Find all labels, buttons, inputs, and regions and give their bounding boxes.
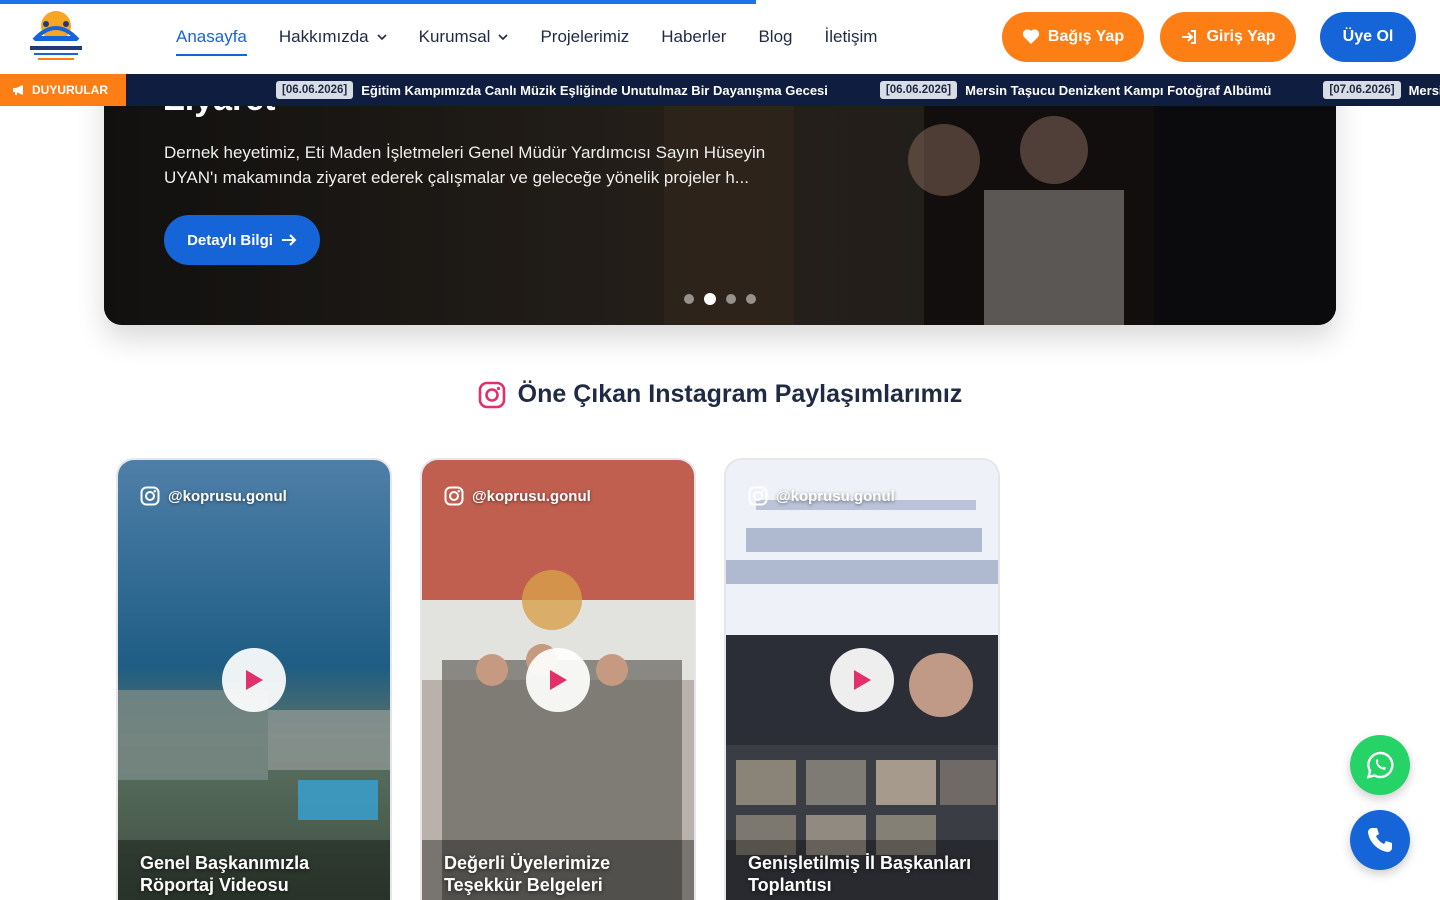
ticker-item[interactable]: [06.06.2026] Mersin Taşucu Denizkent Kam…	[879, 81, 1272, 99]
ticker-item[interactable]: [07.06.2026] Mersin Taşucu Denizkent Kam…	[1323, 81, 1440, 99]
play-icon	[854, 670, 871, 690]
ticker-text: Mersin Taşucu Denizkent Kampı Fotoğraf A…	[965, 82, 1272, 98]
card-caption: Genişletilmiş İl Başkanları Toplantısı	[748, 853, 972, 895]
nav-label: Projelerimiz	[540, 27, 630, 46]
phone-button[interactable]	[1350, 810, 1410, 870]
ticker-date: [06.06.2026]	[879, 81, 958, 99]
ticker-track: [06.06.2026] Eğitim Kampımızda Canlı Müz…	[276, 74, 1440, 106]
handle-text: @koprusu.gonul	[776, 487, 895, 505]
ticker-label-text: DUYURULAR	[32, 83, 108, 97]
donate-button[interactable]: Bağış Yap	[1002, 12, 1144, 62]
instagram-card[interactable]: @koprusu.gonul Değerli Üyelerimize Teşek…	[420, 458, 696, 900]
slider-dots	[684, 293, 756, 305]
nav-projects[interactable]: Projelerimiz	[540, 22, 629, 52]
heart-icon	[1022, 29, 1040, 44]
nav-label: Hakkımızda	[278, 27, 369, 46]
site-logo[interactable]	[24, 6, 88, 66]
play-button[interactable]	[222, 648, 286, 712]
instagram-section-title: Öne Çıkan Instagram Paylaşımlarımız	[0, 380, 1440, 409]
logo-emblem-icon	[30, 11, 82, 60]
play-icon	[246, 670, 263, 690]
signup-label: Üye Ol	[1342, 28, 1394, 45]
ticker-text: Mersin Taşucu Denizkent Kampı	[1408, 82, 1440, 98]
nav-corporate[interactable]: Kurumsal	[419, 22, 509, 52]
arrow-right-icon	[281, 234, 297, 246]
play-icon	[550, 670, 567, 690]
nav-label: Kurumsal	[418, 27, 491, 46]
nav-label: Haberler	[661, 27, 727, 46]
instagram-icon	[478, 381, 505, 408]
signup-button[interactable]: Üye Ol	[1320, 12, 1416, 62]
card-handle: @koprusu.gonul	[444, 486, 591, 506]
ticker-date: [06.06.2026]	[276, 81, 354, 99]
instagram-icon	[748, 486, 768, 506]
section-title-text: Öne Çıkan Instagram Paylaşımlarımız	[517, 380, 963, 408]
card-caption: Değerli Üyelerimize Teşekkür Belgeleri	[444, 853, 611, 895]
main-nav: Anasayfa Hakkımızda Kurumsal Projelerimi…	[176, 0, 877, 74]
nav-blog[interactable]: Blog	[758, 22, 792, 52]
nav-label: Anasayfa	[176, 27, 247, 46]
card-handle: @koprusu.gonul	[748, 486, 895, 506]
chevron-down-icon	[377, 34, 387, 41]
site-header: Anasayfa Hakkımızda Kurumsal Projelerimi…	[0, 0, 1440, 74]
card-handle: @koprusu.gonul	[140, 486, 287, 506]
details-button[interactable]: Detaylı Bilgi	[164, 215, 320, 265]
announcement-ticker: DUYURULAR [06.06.2026] Eğitim Kampımızda…	[0, 74, 1440, 106]
nav-news[interactable]: Haberler	[661, 22, 726, 52]
instagram-icon	[140, 486, 160, 506]
whatsapp-button[interactable]	[1350, 735, 1410, 795]
login-label: Giriş Yap	[1206, 28, 1276, 45]
phone-icon	[1368, 828, 1392, 852]
donate-label: Bağış Yap	[1047, 28, 1125, 45]
nav-about[interactable]: Hakkımızda	[279, 22, 387, 52]
slider-dot[interactable]	[704, 293, 716, 305]
nav-label: İletişim	[824, 27, 878, 46]
page-progress-bar	[0, 0, 756, 4]
play-button[interactable]	[830, 648, 894, 712]
handle-text: @koprusu.gonul	[472, 487, 591, 505]
ticker-item[interactable]: [06.06.2026] Eğitim Kampımızda Canlı Müz…	[276, 81, 828, 99]
instagram-card[interactable]: @koprusu.gonul Genel Başkanımızla Röport…	[116, 458, 392, 900]
ticker-label: DUYURULAR	[0, 74, 126, 106]
login-icon	[1182, 30, 1197, 44]
nav-label: Blog	[758, 27, 793, 46]
slider-dot[interactable]	[746, 294, 756, 304]
instagram-card[interactable]: @koprusu.gonul Genişletilmiş İl Başkanla…	[724, 458, 1000, 900]
nav-home[interactable]: Anasayfa	[176, 22, 247, 56]
card-caption: Genel Başkanımızla Röportaj Videosu	[140, 853, 310, 895]
nav-contact[interactable]: İletişim	[824, 22, 877, 52]
ticker-text: Eğitim Kampımızda Canlı Müzik Eşliğinde …	[361, 82, 828, 98]
slide-description: Dernek heyetimiz, Eti Maden İşletmeleri …	[164, 143, 766, 187]
details-button-label: Detaylı Bilgi	[187, 231, 273, 249]
slider-dot[interactable]	[726, 294, 736, 304]
slider-dot[interactable]	[684, 294, 694, 304]
instagram-cards: @koprusu.gonul Genel Başkanımızla Röport…	[116, 458, 1000, 900]
handle-text: @koprusu.gonul	[168, 487, 287, 505]
chevron-down-icon	[498, 34, 509, 41]
instagram-icon	[444, 486, 464, 506]
whatsapp-icon	[1366, 751, 1394, 779]
play-button[interactable]	[526, 648, 590, 712]
megaphone-icon	[13, 85, 23, 95]
ticker-date: [07.06.2026]	[1323, 81, 1401, 99]
login-button[interactable]: Giriş Yap	[1160, 12, 1296, 62]
